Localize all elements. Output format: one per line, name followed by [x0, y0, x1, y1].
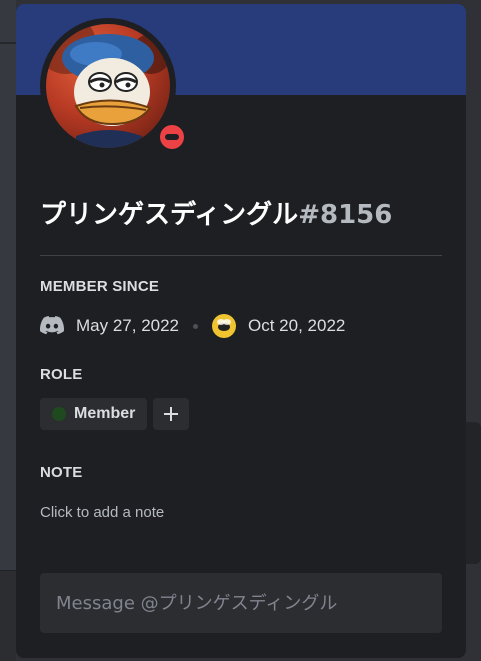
- message-input[interactable]: [40, 573, 442, 633]
- role-name: Member: [74, 405, 136, 422]
- separator-dot: [193, 323, 199, 329]
- discriminator: #8156: [298, 200, 393, 230]
- member-since-row: May 27, 2022 Oct 20, 2022: [40, 312, 345, 340]
- member-since-heading: MEMBER SINCE: [40, 278, 160, 295]
- user-profile-popout: プリンゲスディングル#8156 MEMBER SINCE May 27, 202…: [16, 4, 466, 658]
- divider: [40, 255, 442, 256]
- role-heading: ROLE: [40, 366, 83, 383]
- server-bee-icon: [217, 319, 232, 331]
- background-divider: [0, 42, 16, 44]
- do-not-disturb-icon: [160, 125, 184, 149]
- message-box[interactable]: [40, 573, 442, 633]
- note-heading: NOTE: [40, 464, 83, 481]
- discord-logo-icon: [40, 316, 64, 335]
- role-list: Member: [40, 398, 190, 430]
- role-color-dot: [52, 407, 66, 421]
- avatar-duck-image: [46, 24, 170, 148]
- server-icon[interactable]: [212, 314, 237, 338]
- role-chip-member[interactable]: Member: [40, 398, 148, 430]
- status-indicator: [152, 117, 192, 157]
- avatar-frame[interactable]: [40, 18, 192, 157]
- display-name: プリンゲスディングル: [40, 200, 299, 230]
- discord-join-date: May 27, 2022: [76, 316, 180, 335]
- username[interactable]: プリンゲスディングル#8156: [40, 194, 450, 234]
- avatar[interactable]: [46, 24, 170, 148]
- add-role-button[interactable]: [153, 398, 190, 430]
- background-bottom-panel: [0, 570, 16, 661]
- background-channel-list: [0, 0, 16, 660]
- server-join-date: Oct 20, 2022: [248, 316, 346, 335]
- note-input[interactable]: Click to add a note: [40, 504, 164, 521]
